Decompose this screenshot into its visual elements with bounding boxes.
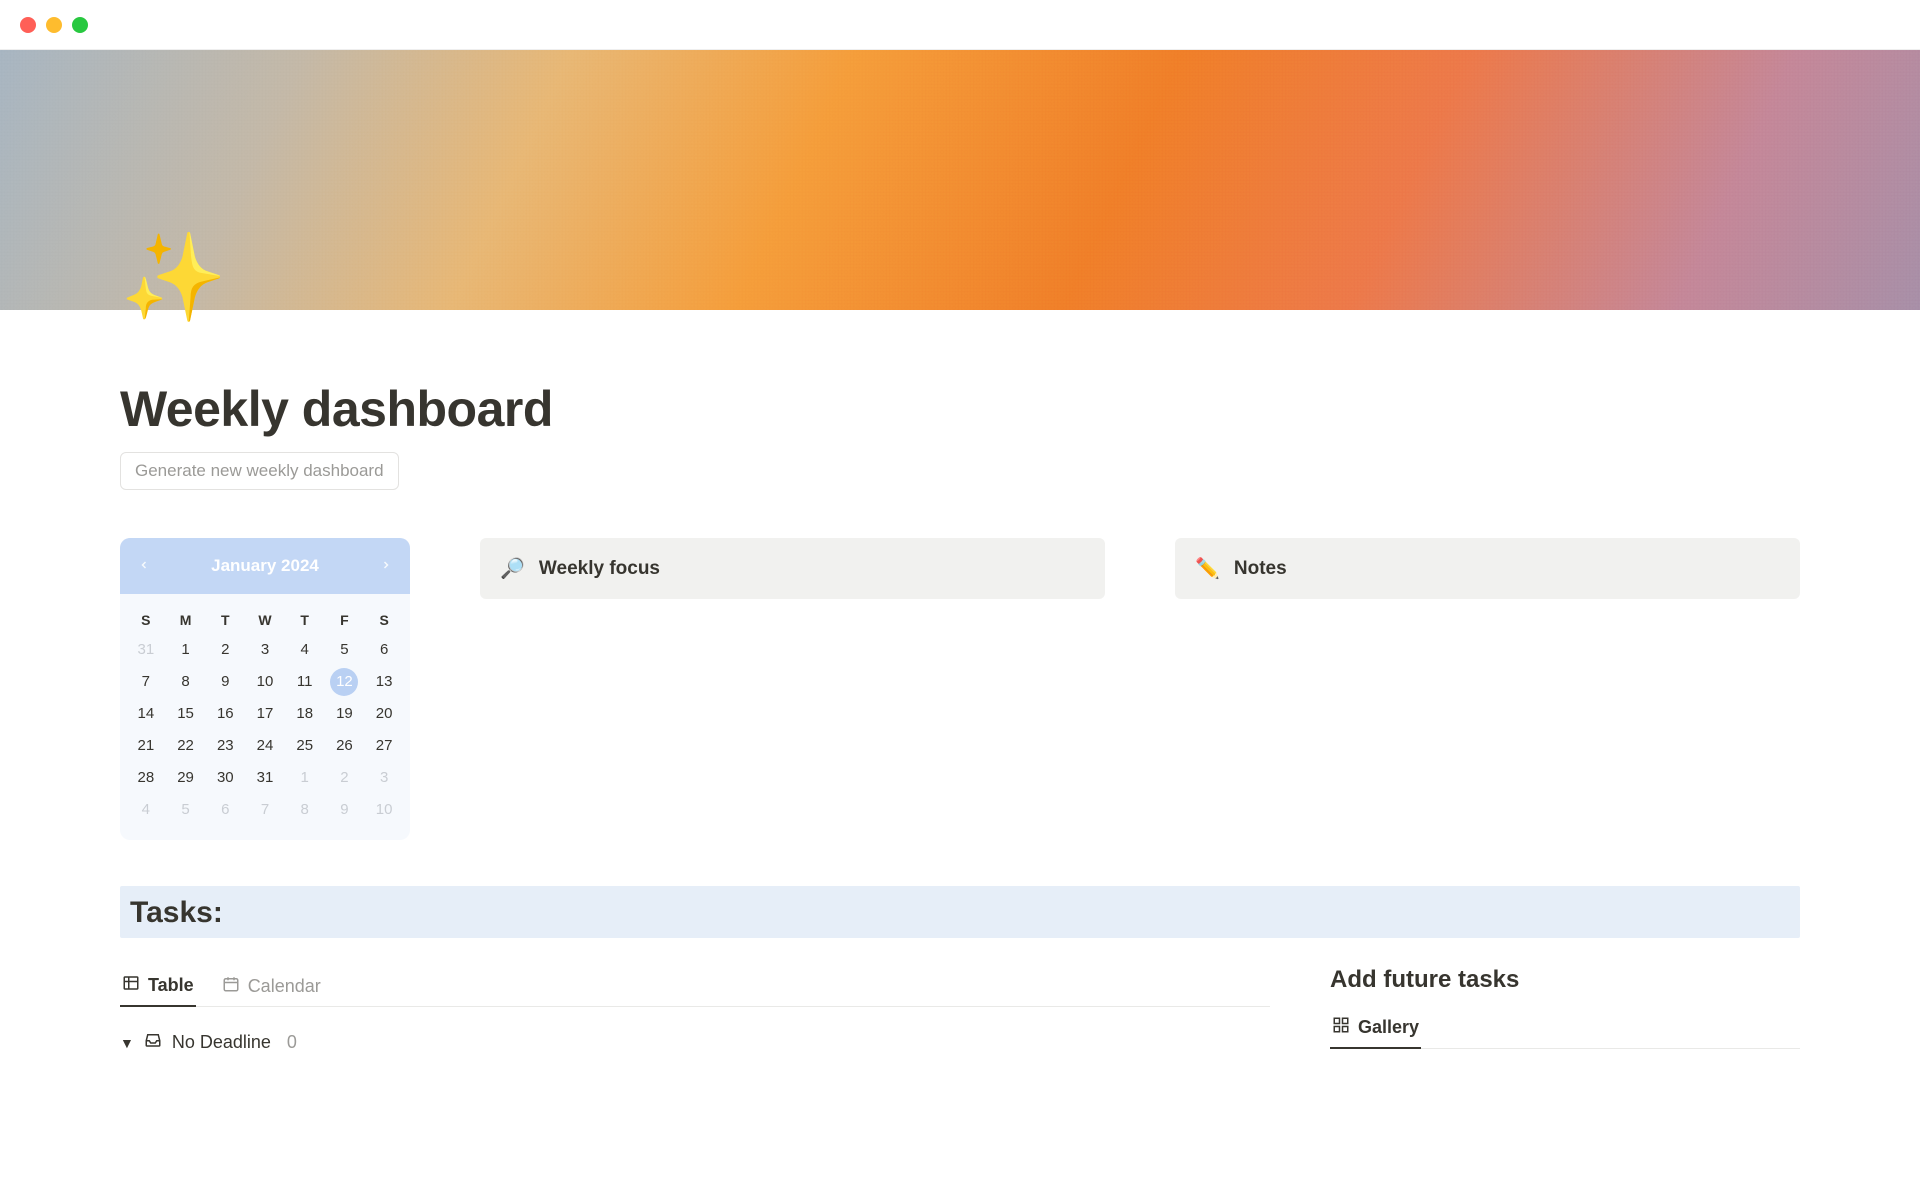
- calendar-day[interactable]: 7: [132, 668, 160, 696]
- magnifier-icon: 🔎: [500, 556, 525, 581]
- calendar-day[interactable]: 20: [370, 700, 398, 728]
- future-view-tabs: Gallery: [1330, 1008, 1800, 1049]
- weekly-focus-callout[interactable]: 🔎 Weekly focus: [480, 538, 1105, 599]
- tab-gallery-label: Gallery: [1358, 1017, 1419, 1038]
- notes-label: Notes: [1234, 558, 1287, 580]
- calendar-day[interactable]: 25: [291, 732, 319, 760]
- window-zoom-button[interactable]: [72, 17, 88, 33]
- calendar-day[interactable]: 11: [291, 668, 319, 696]
- calendar-day[interactable]: 3: [370, 764, 398, 792]
- group-no-deadline[interactable]: ▼ No Deadline 0: [120, 1007, 1270, 1054]
- calendar-day[interactable]: 31: [251, 764, 279, 792]
- calendar-day[interactable]: 12: [330, 668, 358, 696]
- calendar-dow: T: [205, 604, 245, 634]
- tab-calendar-label: Calendar: [248, 976, 321, 997]
- calendar-day[interactable]: 15: [172, 700, 200, 728]
- calendar-day[interactable]: 8: [172, 668, 200, 696]
- calendar-day[interactable]: 7: [251, 796, 279, 824]
- calendar-day[interactable]: 2: [330, 764, 358, 792]
- weekly-focus-label: Weekly focus: [539, 558, 660, 580]
- calendar-day[interactable]: 28: [132, 764, 160, 792]
- tasks-database: Table Calendar ▼ No Deadline 0: [120, 966, 1270, 1054]
- calendar-day[interactable]: 10: [251, 668, 279, 696]
- tab-table-label: Table: [148, 975, 194, 996]
- mini-calendar: January 2024 SMTWTFS31123456789101112131…: [120, 538, 410, 840]
- calendar-day[interactable]: 2: [211, 636, 239, 664]
- tab-table[interactable]: Table: [120, 966, 196, 1007]
- calendar-day[interactable]: 26: [330, 732, 358, 760]
- calendar-day[interactable]: 19: [330, 700, 358, 728]
- calendar-icon: [222, 975, 240, 998]
- future-tasks-heading[interactable]: Add future tasks: [1330, 966, 1800, 994]
- calendar-day[interactable]: 1: [172, 636, 200, 664]
- calendar-day[interactable]: 6: [370, 636, 398, 664]
- calendar-dow: S: [126, 604, 166, 634]
- calendar-day[interactable]: 13: [370, 668, 398, 696]
- calendar-day[interactable]: 6: [211, 796, 239, 824]
- tasks-heading-block[interactable]: Tasks:: [120, 886, 1800, 938]
- calendar-day[interactable]: 24: [251, 732, 279, 760]
- calendar-day[interactable]: 27: [370, 732, 398, 760]
- table-icon: [122, 974, 140, 997]
- calendar-day[interactable]: 21: [132, 732, 160, 760]
- tab-calendar[interactable]: Calendar: [220, 967, 323, 1006]
- calendar-day[interactable]: 9: [330, 796, 358, 824]
- notes-callout[interactable]: ✏️ Notes: [1175, 538, 1800, 599]
- page-cover[interactable]: [0, 50, 1920, 310]
- calendar-day[interactable]: 29: [172, 764, 200, 792]
- page-icon[interactable]: ✨: [120, 235, 227, 321]
- calendar-day[interactable]: 8: [291, 796, 319, 824]
- tab-gallery[interactable]: Gallery: [1330, 1008, 1421, 1049]
- future-tasks-panel: Add future tasks Gallery: [1330, 966, 1800, 1054]
- calendar-day[interactable]: 9: [211, 668, 239, 696]
- calendar-dow: F: [325, 604, 365, 634]
- generate-dashboard-button[interactable]: Generate new weekly dashboard: [120, 452, 399, 490]
- calendar-dow: M: [166, 604, 206, 634]
- group-name: No Deadline: [172, 1032, 271, 1053]
- calendar-day[interactable]: 18: [291, 700, 319, 728]
- calendar-day[interactable]: 31: [132, 636, 160, 664]
- calendar-next-button[interactable]: [370, 552, 402, 580]
- window-close-button[interactable]: [20, 17, 36, 33]
- calendar-day[interactable]: 22: [172, 732, 200, 760]
- calendar-day[interactable]: 10: [370, 796, 398, 824]
- calendar-month-label: January 2024: [211, 556, 319, 576]
- pencil-icon: ✏️: [1195, 556, 1220, 581]
- inbox-icon: [144, 1031, 162, 1054]
- calendar-day[interactable]: 17: [251, 700, 279, 728]
- calendar-day[interactable]: 14: [132, 700, 160, 728]
- calendar-dow: W: [245, 604, 285, 634]
- calendar-day[interactable]: 5: [172, 796, 200, 824]
- calendar-dow: T: [285, 604, 325, 634]
- window-titlebar: [0, 0, 1920, 50]
- calendar-day[interactable]: 30: [211, 764, 239, 792]
- gallery-icon: [1332, 1016, 1350, 1039]
- calendar-dow: S: [364, 604, 404, 634]
- tasks-view-tabs: Table Calendar: [120, 966, 1270, 1007]
- calendar-prev-button[interactable]: [128, 552, 160, 580]
- calendar-day[interactable]: 1: [291, 764, 319, 792]
- window-minimize-button[interactable]: [46, 17, 62, 33]
- calendar-day[interactable]: 5: [330, 636, 358, 664]
- tasks-heading: Tasks:: [130, 896, 1790, 930]
- calendar-day[interactable]: 4: [291, 636, 319, 664]
- calendar-header: January 2024: [120, 538, 410, 594]
- page-title[interactable]: Weekly dashboard: [120, 310, 1800, 438]
- calendar-day[interactable]: 16: [211, 700, 239, 728]
- calendar-grid: SMTWTFS311234567891011121314151617181920…: [120, 594, 410, 840]
- calendar-day[interactable]: 23: [211, 732, 239, 760]
- calendar-day[interactable]: 4: [132, 796, 160, 824]
- group-count: 0: [287, 1032, 297, 1053]
- group-toggle-icon[interactable]: ▼: [120, 1035, 134, 1051]
- calendar-day[interactable]: 3: [251, 636, 279, 664]
